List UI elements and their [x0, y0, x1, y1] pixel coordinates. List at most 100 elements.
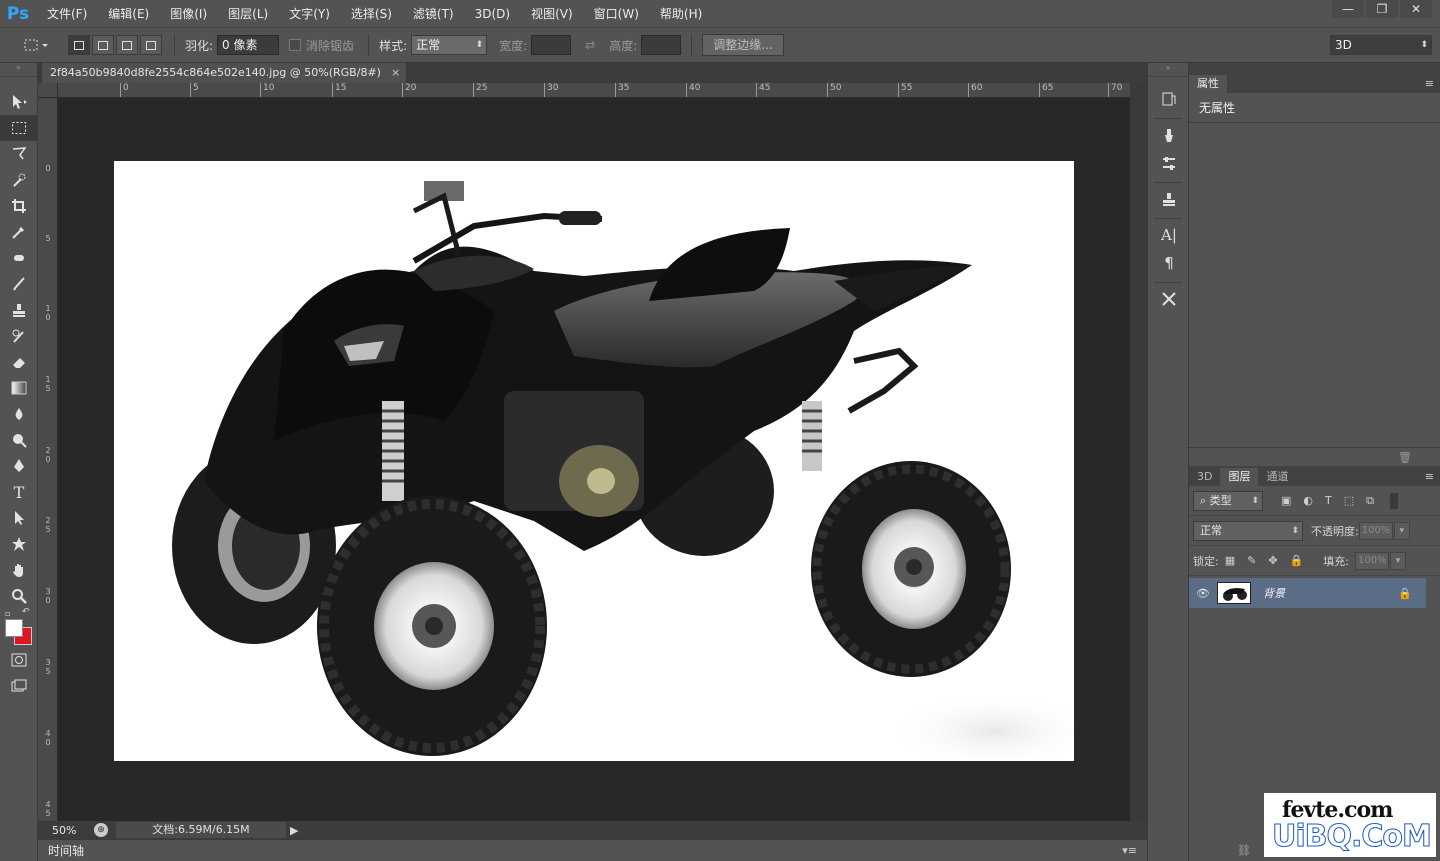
type-tool[interactable]: T: [0, 479, 38, 505]
vertical-ruler[interactable]: 0 5 1 0 1 5 2 0 2 5 3 0 3 5 4 0 4 5: [38, 98, 58, 821]
lock-position-icon[interactable]: ✥: [1268, 554, 1277, 567]
quick-mask-button[interactable]: [0, 647, 38, 673]
menu-window[interactable]: 窗口(W): [583, 5, 649, 22]
opacity-input[interactable]: 100%: [1358, 521, 1393, 540]
style-select[interactable]: 正常: [411, 35, 488, 55]
close-tab-icon[interactable]: ×: [391, 63, 400, 83]
link-layers-icon[interactable]: ⛓: [1237, 844, 1251, 857]
trash-icon[interactable]: 🗑: [1398, 451, 1412, 464]
subtract-selection-button[interactable]: [116, 35, 138, 55]
tool-presets-panel-icon[interactable]: [1148, 285, 1190, 313]
tab-layers[interactable]: 图层: [1220, 468, 1259, 486]
swap-colors-icon[interactable]: ↶: [22, 607, 30, 617]
shape-filter-icon[interactable]: ⬚: [1344, 494, 1354, 507]
marquee-tool[interactable]: [0, 115, 38, 141]
proof-icon[interactable]: ⊕: [94, 823, 108, 837]
menu-help[interactable]: 帮助(H): [649, 5, 712, 22]
visibility-eye-icon[interactable]: 👁: [1189, 587, 1217, 600]
lock-all-icon[interactable]: 🔒: [1290, 554, 1304, 567]
gradient-tool[interactable]: [0, 375, 38, 401]
intersect-selection-button[interactable]: [140, 35, 162, 55]
menu-image[interactable]: 图像(I): [159, 5, 217, 22]
blur-tool[interactable]: [0, 401, 38, 427]
screen-mode-button[interactable]: [0, 673, 38, 699]
timeline-label[interactable]: 时间轴: [48, 842, 84, 859]
ruler-origin[interactable]: [38, 83, 58, 98]
shape-tool[interactable]: [0, 531, 38, 557]
layer-name[interactable]: 背景: [1263, 585, 1285, 601]
blend-mode-select[interactable]: 正常: [1193, 520, 1303, 541]
paragraph-panel-icon[interactable]: ¶: [1148, 249, 1190, 277]
tool-preset-picker[interactable]: [18, 33, 54, 57]
horizontal-ruler[interactable]: 0 5 10 15 20 25 30 35 40 45 50 55 60 65 …: [58, 83, 1130, 98]
menu-edit[interactable]: 编辑(E): [97, 5, 159, 22]
history-brush-tool[interactable]: [0, 323, 38, 349]
zoom-level[interactable]: 50%: [38, 824, 88, 837]
restore-button[interactable]: ❐: [1366, 0, 1398, 18]
clone-stamp-tool[interactable]: [0, 297, 38, 323]
foreground-color-swatch[interactable]: [5, 619, 23, 637]
properties-menu-icon[interactable]: ≡: [1419, 75, 1440, 93]
width-input[interactable]: [531, 35, 572, 55]
dock-grip[interactable]: »: [1148, 63, 1188, 77]
history-panel-icon[interactable]: [1148, 85, 1190, 113]
height-input[interactable]: [641, 35, 682, 55]
menu-view[interactable]: 视图(V): [520, 5, 583, 22]
fill-arrow-icon[interactable]: ▾: [1389, 551, 1406, 570]
layers-menu-icon[interactable]: ≡: [1419, 468, 1440, 486]
move-tool[interactable]: [0, 89, 38, 115]
fill-input[interactable]: 100%: [1354, 551, 1389, 570]
add-selection-button[interactable]: [92, 35, 114, 55]
swap-icon[interactable]: ⇄: [585, 38, 595, 52]
tab-channels[interactable]: 通道: [1258, 468, 1296, 486]
dodge-tool[interactable]: [0, 427, 38, 453]
vertical-scrollbar[interactable]: [1130, 83, 1147, 821]
pixel-filter-icon[interactable]: ▣: [1281, 494, 1291, 507]
character-panel-icon[interactable]: A|: [1148, 221, 1190, 249]
menu-layer[interactable]: 图层(L): [217, 5, 278, 22]
smart-object-filter-icon[interactable]: ⧉: [1366, 494, 1374, 508]
layer-filter-select[interactable]: ⌕ 类型: [1193, 490, 1263, 511]
menu-select[interactable]: 选择(S): [340, 5, 402, 22]
healing-brush-tool[interactable]: [0, 245, 38, 271]
document-size[interactable]: 文档:6.59M/6.15M: [116, 822, 286, 838]
brush-tool[interactable]: [0, 271, 38, 297]
adjustment-filter-icon[interactable]: ◐: [1303, 494, 1313, 507]
document-canvas[interactable]: [114, 161, 1104, 771]
new-selection-button[interactable]: [68, 35, 90, 55]
brush-panel-icon[interactable]: [1148, 121, 1190, 149]
eyedropper-tool[interactable]: [0, 219, 38, 245]
tab-properties[interactable]: 属性: [1189, 75, 1227, 93]
default-colors-icon[interactable]: ▫: [5, 609, 10, 618]
filter-toggle[interactable]: [1390, 492, 1399, 509]
timeline-menu-icon[interactable]: ▾≡: [1122, 844, 1137, 857]
hand-tool[interactable]: [0, 557, 38, 583]
document-tab[interactable]: 2f84a50b9840d8fe2554c864e502e140.jpg @ 5…: [42, 63, 407, 83]
eraser-tool[interactable]: [0, 349, 38, 375]
path-select-tool[interactable]: [0, 505, 38, 531]
feather-input[interactable]: 0 像素: [217, 35, 280, 55]
tab-3d[interactable]: 3D: [1189, 468, 1220, 486]
pen-tool[interactable]: [0, 453, 38, 479]
zoom-tool[interactable]: [0, 583, 38, 609]
crop-tool[interactable]: [0, 193, 38, 219]
quick-select-tool[interactable]: [0, 167, 38, 193]
antialias-checkbox[interactable]: [289, 39, 302, 51]
clone-source-panel-icon[interactable]: [1148, 185, 1190, 213]
workspace-select[interactable]: 3D: [1330, 35, 1432, 55]
lock-pixels-icon[interactable]: ✎: [1247, 554, 1256, 567]
toolbox-grip[interactable]: »: [0, 63, 37, 77]
adjustments-panel-icon[interactable]: [1148, 149, 1190, 177]
menu-type[interactable]: 文字(Y): [278, 5, 340, 22]
menu-filter[interactable]: 滤镜(T): [402, 5, 464, 22]
menu-file[interactable]: 文件(F): [36, 5, 97, 22]
close-button[interactable]: ✕: [1400, 0, 1432, 18]
layer-row-background[interactable]: 👁 背景 🔒: [1189, 578, 1426, 608]
menu-3d[interactable]: 3D(D): [464, 7, 520, 21]
refine-edge-button[interactable]: 调整边缘...: [702, 34, 784, 56]
lock-transparent-icon[interactable]: ▦: [1225, 554, 1235, 567]
type-filter-icon[interactable]: T: [1325, 494, 1332, 507]
lasso-tool[interactable]: [0, 141, 38, 167]
status-menu-arrow-icon[interactable]: ▶: [290, 824, 298, 837]
minimize-button[interactable]: —: [1332, 0, 1364, 18]
